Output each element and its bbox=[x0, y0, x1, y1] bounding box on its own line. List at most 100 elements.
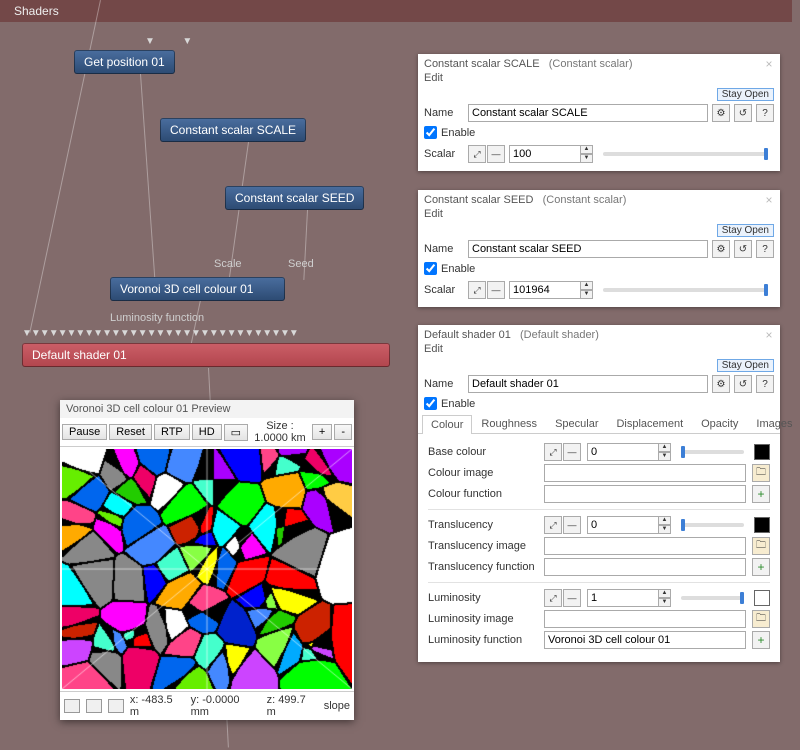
base-colour-slider[interactable] bbox=[681, 450, 744, 454]
folder-icon[interactable]: 🗀 bbox=[752, 464, 770, 482]
close-icon[interactable]: × bbox=[762, 194, 776, 208]
mode-icon[interactable]: — bbox=[563, 589, 581, 607]
luminosity-image-input[interactable] bbox=[544, 610, 746, 628]
footer-icon[interactable] bbox=[108, 699, 124, 713]
edit-link[interactable]: Edit bbox=[418, 72, 780, 86]
name-input[interactable] bbox=[468, 375, 708, 393]
help-icon[interactable]: ? bbox=[756, 375, 774, 393]
scalar-slider[interactable] bbox=[603, 152, 768, 156]
spin-down-icon[interactable]: ▼ bbox=[581, 290, 593, 299]
help-icon[interactable]: ? bbox=[756, 104, 774, 122]
mode-icon[interactable]: — bbox=[487, 281, 505, 299]
luminosity-input[interactable] bbox=[587, 589, 659, 607]
panel-type: (Constant scalar) bbox=[549, 58, 633, 70]
coord-z: z: 499.7 m bbox=[267, 694, 318, 718]
preview-canvas[interactable] bbox=[62, 449, 352, 689]
view-icon[interactable]: ▭ bbox=[224, 424, 248, 441]
tab-displacement[interactable]: Displacement bbox=[607, 414, 692, 433]
tab-opacity[interactable]: Opacity bbox=[692, 414, 747, 433]
node-scale[interactable]: Constant scalar SCALE bbox=[160, 118, 306, 142]
spin-down-icon[interactable]: ▼ bbox=[581, 154, 593, 163]
pause-button[interactable]: Pause bbox=[62, 424, 107, 440]
add-icon[interactable]: + bbox=[752, 558, 770, 576]
colour-swatch[interactable] bbox=[754, 444, 770, 460]
colour-image-input[interactable] bbox=[544, 464, 746, 482]
close-icon[interactable]: × bbox=[762, 58, 776, 72]
spin-down-icon[interactable]: ▼ bbox=[659, 452, 671, 461]
luminosity-function-input[interactable] bbox=[544, 631, 746, 649]
node-default-shader[interactable]: Default shader 01 bbox=[22, 343, 390, 367]
close-icon[interactable]: × bbox=[762, 329, 776, 343]
tab-colour[interactable]: Colour bbox=[422, 415, 472, 434]
edit-link[interactable]: Edit bbox=[418, 208, 780, 222]
mode-icon[interactable]: ⤢ bbox=[544, 443, 562, 461]
add-icon[interactable]: + bbox=[752, 485, 770, 503]
help-icon[interactable]: ? bbox=[756, 240, 774, 258]
node-voronoi[interactable]: Voronoi 3D cell colour 01 bbox=[110, 277, 285, 301]
colour-swatch[interactable] bbox=[754, 517, 770, 533]
spin-up-icon[interactable]: ▲ bbox=[659, 443, 671, 452]
translucency-slider[interactable] bbox=[681, 523, 744, 527]
name-label: Name bbox=[424, 107, 464, 119]
colour-swatch[interactable] bbox=[754, 590, 770, 606]
translucency-input[interactable] bbox=[587, 516, 659, 534]
hd-button[interactable]: HD bbox=[192, 424, 222, 440]
node-get-position[interactable]: Get position 01 bbox=[74, 50, 175, 74]
enable-checkbox[interactable] bbox=[424, 397, 437, 410]
scalar-input[interactable] bbox=[509, 145, 581, 163]
mode-icon[interactable]: — bbox=[563, 516, 581, 534]
mode-icon[interactable]: ⤢ bbox=[544, 516, 562, 534]
edit-link[interactable]: Edit bbox=[418, 343, 780, 357]
spin-down-icon[interactable]: ▼ bbox=[659, 525, 671, 534]
scalar-slider[interactable] bbox=[603, 288, 768, 292]
enable-checkbox[interactable] bbox=[424, 126, 437, 139]
preview-window[interactable]: Voronoi 3D cell colour 01 Preview Pause … bbox=[60, 400, 354, 720]
zoom-in-button[interactable]: + bbox=[312, 424, 332, 440]
translucency-function-input[interactable] bbox=[544, 558, 746, 576]
mode-icon[interactable]: — bbox=[487, 145, 505, 163]
tab-specular[interactable]: Specular bbox=[546, 414, 607, 433]
mode-icon[interactable]: ⤢ bbox=[468, 145, 486, 163]
folder-icon[interactable]: 🗀 bbox=[752, 537, 770, 555]
spin-up-icon[interactable]: ▲ bbox=[659, 516, 671, 525]
footer-icon[interactable] bbox=[64, 699, 80, 713]
translucency-image-label: Translucency image bbox=[428, 540, 538, 552]
spin-down-icon[interactable]: ▼ bbox=[659, 598, 671, 607]
zoom-out-button[interactable]: - bbox=[334, 424, 352, 440]
spin-up-icon[interactable]: ▲ bbox=[581, 145, 593, 154]
add-icon[interactable]: + bbox=[752, 631, 770, 649]
stay-open-button[interactable]: Stay Open bbox=[717, 224, 774, 237]
undo-icon[interactable]: ↺ bbox=[734, 240, 752, 258]
gear-icon[interactable]: ⚙ bbox=[712, 104, 730, 122]
mode-icon[interactable]: ⤢ bbox=[468, 281, 486, 299]
folder-icon[interactable]: 🗀 bbox=[752, 610, 770, 628]
mode-icon[interactable]: ⤢ bbox=[544, 589, 562, 607]
spin-up-icon[interactable]: ▲ bbox=[581, 281, 593, 290]
name-input[interactable] bbox=[468, 240, 708, 258]
gear-icon[interactable]: ⚙ bbox=[712, 240, 730, 258]
undo-icon[interactable]: ↺ bbox=[734, 104, 752, 122]
translucency-image-input[interactable] bbox=[544, 537, 746, 555]
reset-button[interactable]: Reset bbox=[109, 424, 152, 440]
mode-icon[interactable]: — bbox=[563, 443, 581, 461]
footer-icon[interactable] bbox=[86, 699, 102, 713]
stay-open-button[interactable]: Stay Open bbox=[717, 359, 774, 372]
scalar-input[interactable] bbox=[509, 281, 581, 299]
enable-checkbox[interactable] bbox=[424, 262, 437, 275]
coord-y: y: -0.0000 mm bbox=[191, 694, 261, 718]
tab-images[interactable]: Images bbox=[747, 414, 800, 433]
spin-up-icon[interactable]: ▲ bbox=[659, 589, 671, 598]
stay-open-button[interactable]: Stay Open bbox=[717, 88, 774, 101]
rtp-button[interactable]: RTP bbox=[154, 424, 190, 440]
colour-function-input[interactable] bbox=[544, 485, 746, 503]
tab-roughness[interactable]: Roughness bbox=[472, 414, 546, 433]
luminosity-slider[interactable] bbox=[681, 596, 744, 600]
panel-default-shader: × Default shader 01 (Default shader) Edi… bbox=[418, 325, 780, 662]
base-colour-input[interactable] bbox=[587, 443, 659, 461]
node-seed[interactable]: Constant scalar SEED bbox=[225, 186, 364, 210]
gear-icon[interactable]: ⚙ bbox=[712, 375, 730, 393]
scalar-label: Scalar bbox=[424, 284, 464, 296]
enable-label: Enable bbox=[441, 398, 475, 410]
name-input[interactable] bbox=[468, 104, 708, 122]
undo-icon[interactable]: ↺ bbox=[734, 375, 752, 393]
